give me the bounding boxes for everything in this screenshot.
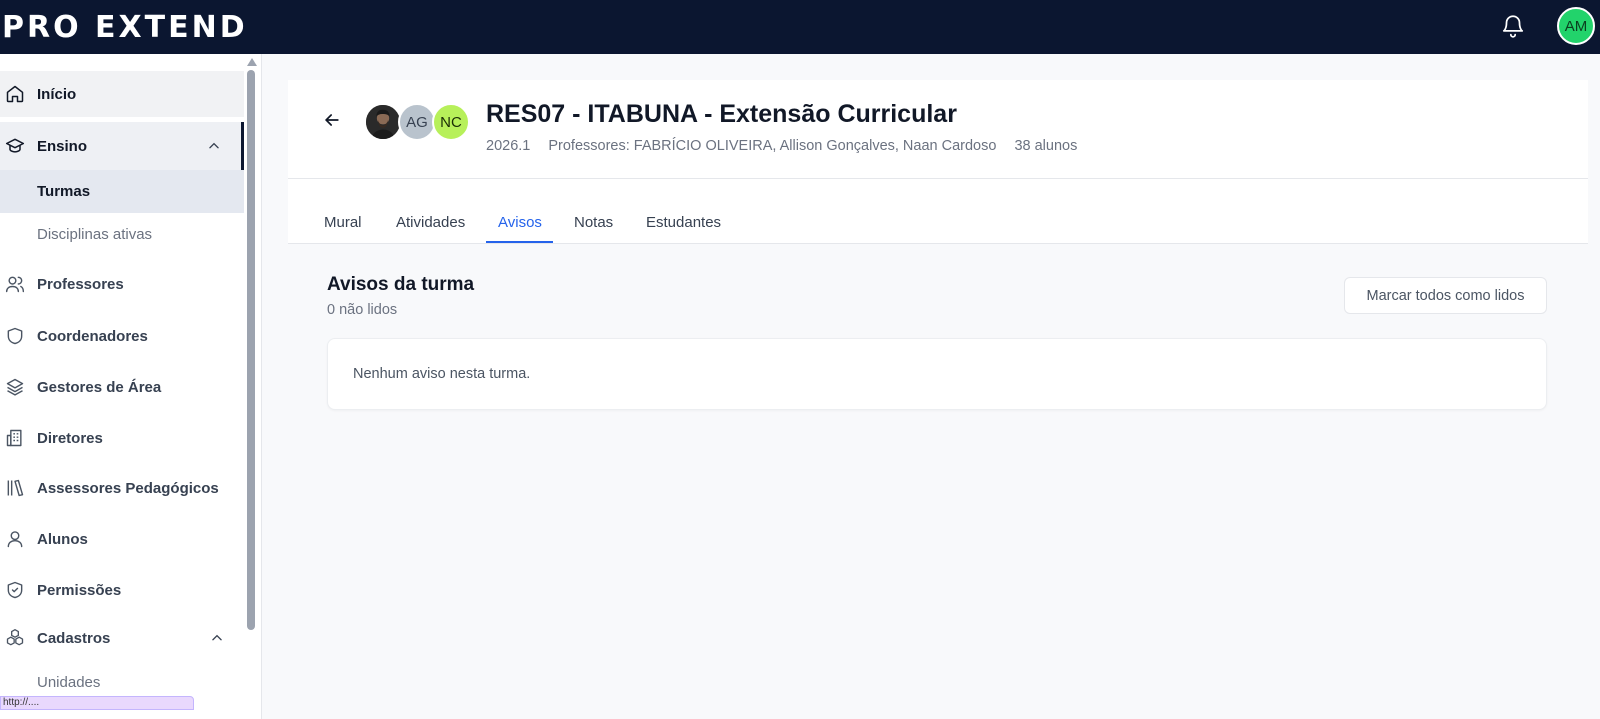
sidebar-item-label: Alunos — [37, 530, 88, 548]
shield-icon — [4, 325, 26, 347]
user-avatar[interactable]: AM — [1557, 7, 1595, 45]
sidebar-subitem-turmas[interactable]: Turmas — [0, 170, 244, 213]
active-tab-indicator — [486, 241, 553, 243]
page-title: RES07 - ITABUNA - Extensão Curricular — [486, 100, 957, 128]
sidebar-item-label: Cadastros — [37, 629, 111, 647]
sidebar-item-label: Gestores de Área — [37, 378, 162, 396]
sidebar-item-gestores-de-area[interactable]: Gestores de Área — [0, 364, 244, 410]
header-divider — [288, 178, 1588, 179]
unread-count: 0 não lidos — [327, 302, 398, 318]
sidebar-item-label: Ensino — [37, 137, 88, 155]
building-icon — [4, 427, 26, 449]
scroll-up-arrow-icon[interactable] — [247, 58, 257, 66]
sidebar-item-label: Coordenadores — [37, 327, 148, 345]
empty-message: Nenhum aviso nesta turma. — [353, 366, 531, 382]
user-icon — [4, 528, 26, 550]
sidebar-item-coordenadores[interactable]: Coordenadores — [0, 313, 244, 359]
sidebar-item-cadastros[interactable]: Cadastros — [0, 615, 244, 661]
sidebar-item-label: Assessores Pedagógicos — [37, 479, 219, 497]
class-teachers: Professores: FABRÍCIO OLIVEIRA, Allison … — [548, 138, 997, 154]
sidebar-item-alunos[interactable]: Alunos — [0, 516, 244, 562]
graduation-cap-icon — [4, 135, 26, 157]
mark-all-read-button[interactable]: Marcar todos como lidos — [1344, 277, 1547, 314]
teacher-avatar-ag: AG — [398, 103, 436, 141]
sidebar-item-inicio[interactable]: Início — [0, 71, 244, 117]
layers-icon — [4, 376, 26, 398]
sidebar-item-ensino[interactable]: Ensino — [0, 122, 244, 170]
teacher-avatar-nc: NC — [432, 103, 470, 141]
sidebar-scrollbar-thumb[interactable] — [247, 70, 255, 630]
sidebar-item-assessores-pedagogicos[interactable]: Assessores Pedagógicos — [0, 465, 244, 511]
section-title: Avisos da turma — [327, 274, 475, 295]
chevron-up-icon[interactable] — [210, 631, 224, 645]
sidebar-item-permissoes[interactable]: Permissões — [0, 567, 244, 613]
back-arrow-icon[interactable] — [322, 110, 342, 130]
class-period: 2026.1 — [486, 138, 531, 154]
tabs-divider — [288, 243, 1588, 244]
status-bar-url: http://.... — [0, 696, 194, 710]
books-icon — [4, 477, 26, 499]
sidebar-item-diretores[interactable]: Diretores — [0, 415, 244, 461]
chevron-up-icon[interactable] — [207, 139, 221, 153]
notifications-bell-icon[interactable] — [1500, 13, 1526, 39]
app-logo[interactable]: PRO EXTEND — [2, 8, 248, 46]
sidebar-item-label: Início — [37, 85, 77, 103]
users-icon — [4, 273, 26, 295]
sidebar-item-professores[interactable]: Professores — [0, 261, 244, 307]
class-meta: 2026.1 Professores: FABRÍCIO OLIVEIRA, A… — [486, 138, 1077, 154]
empty-notices-card: Nenhum aviso nesta turma. — [327, 338, 1547, 410]
teacher-avatar-photo — [364, 103, 402, 141]
class-students-count: 38 alunos — [1014, 138, 1078, 154]
sidebar-item-label: Professores — [37, 275, 124, 293]
sidebar-item-label: Permissões — [37, 581, 122, 599]
home-icon — [4, 83, 26, 105]
shield-check-icon — [4, 579, 26, 601]
boxes-icon — [4, 627, 26, 649]
sidebar: Início Ensino Turmas Disciplinas ativas … — [0, 54, 262, 719]
sidebar-subitem-disciplinas-ativas[interactable]: Disciplinas ativas — [0, 213, 244, 256]
sidebar-item-label: Diretores — [37, 429, 103, 447]
top-bar: PRO EXTEND AM — [0, 0, 1600, 54]
